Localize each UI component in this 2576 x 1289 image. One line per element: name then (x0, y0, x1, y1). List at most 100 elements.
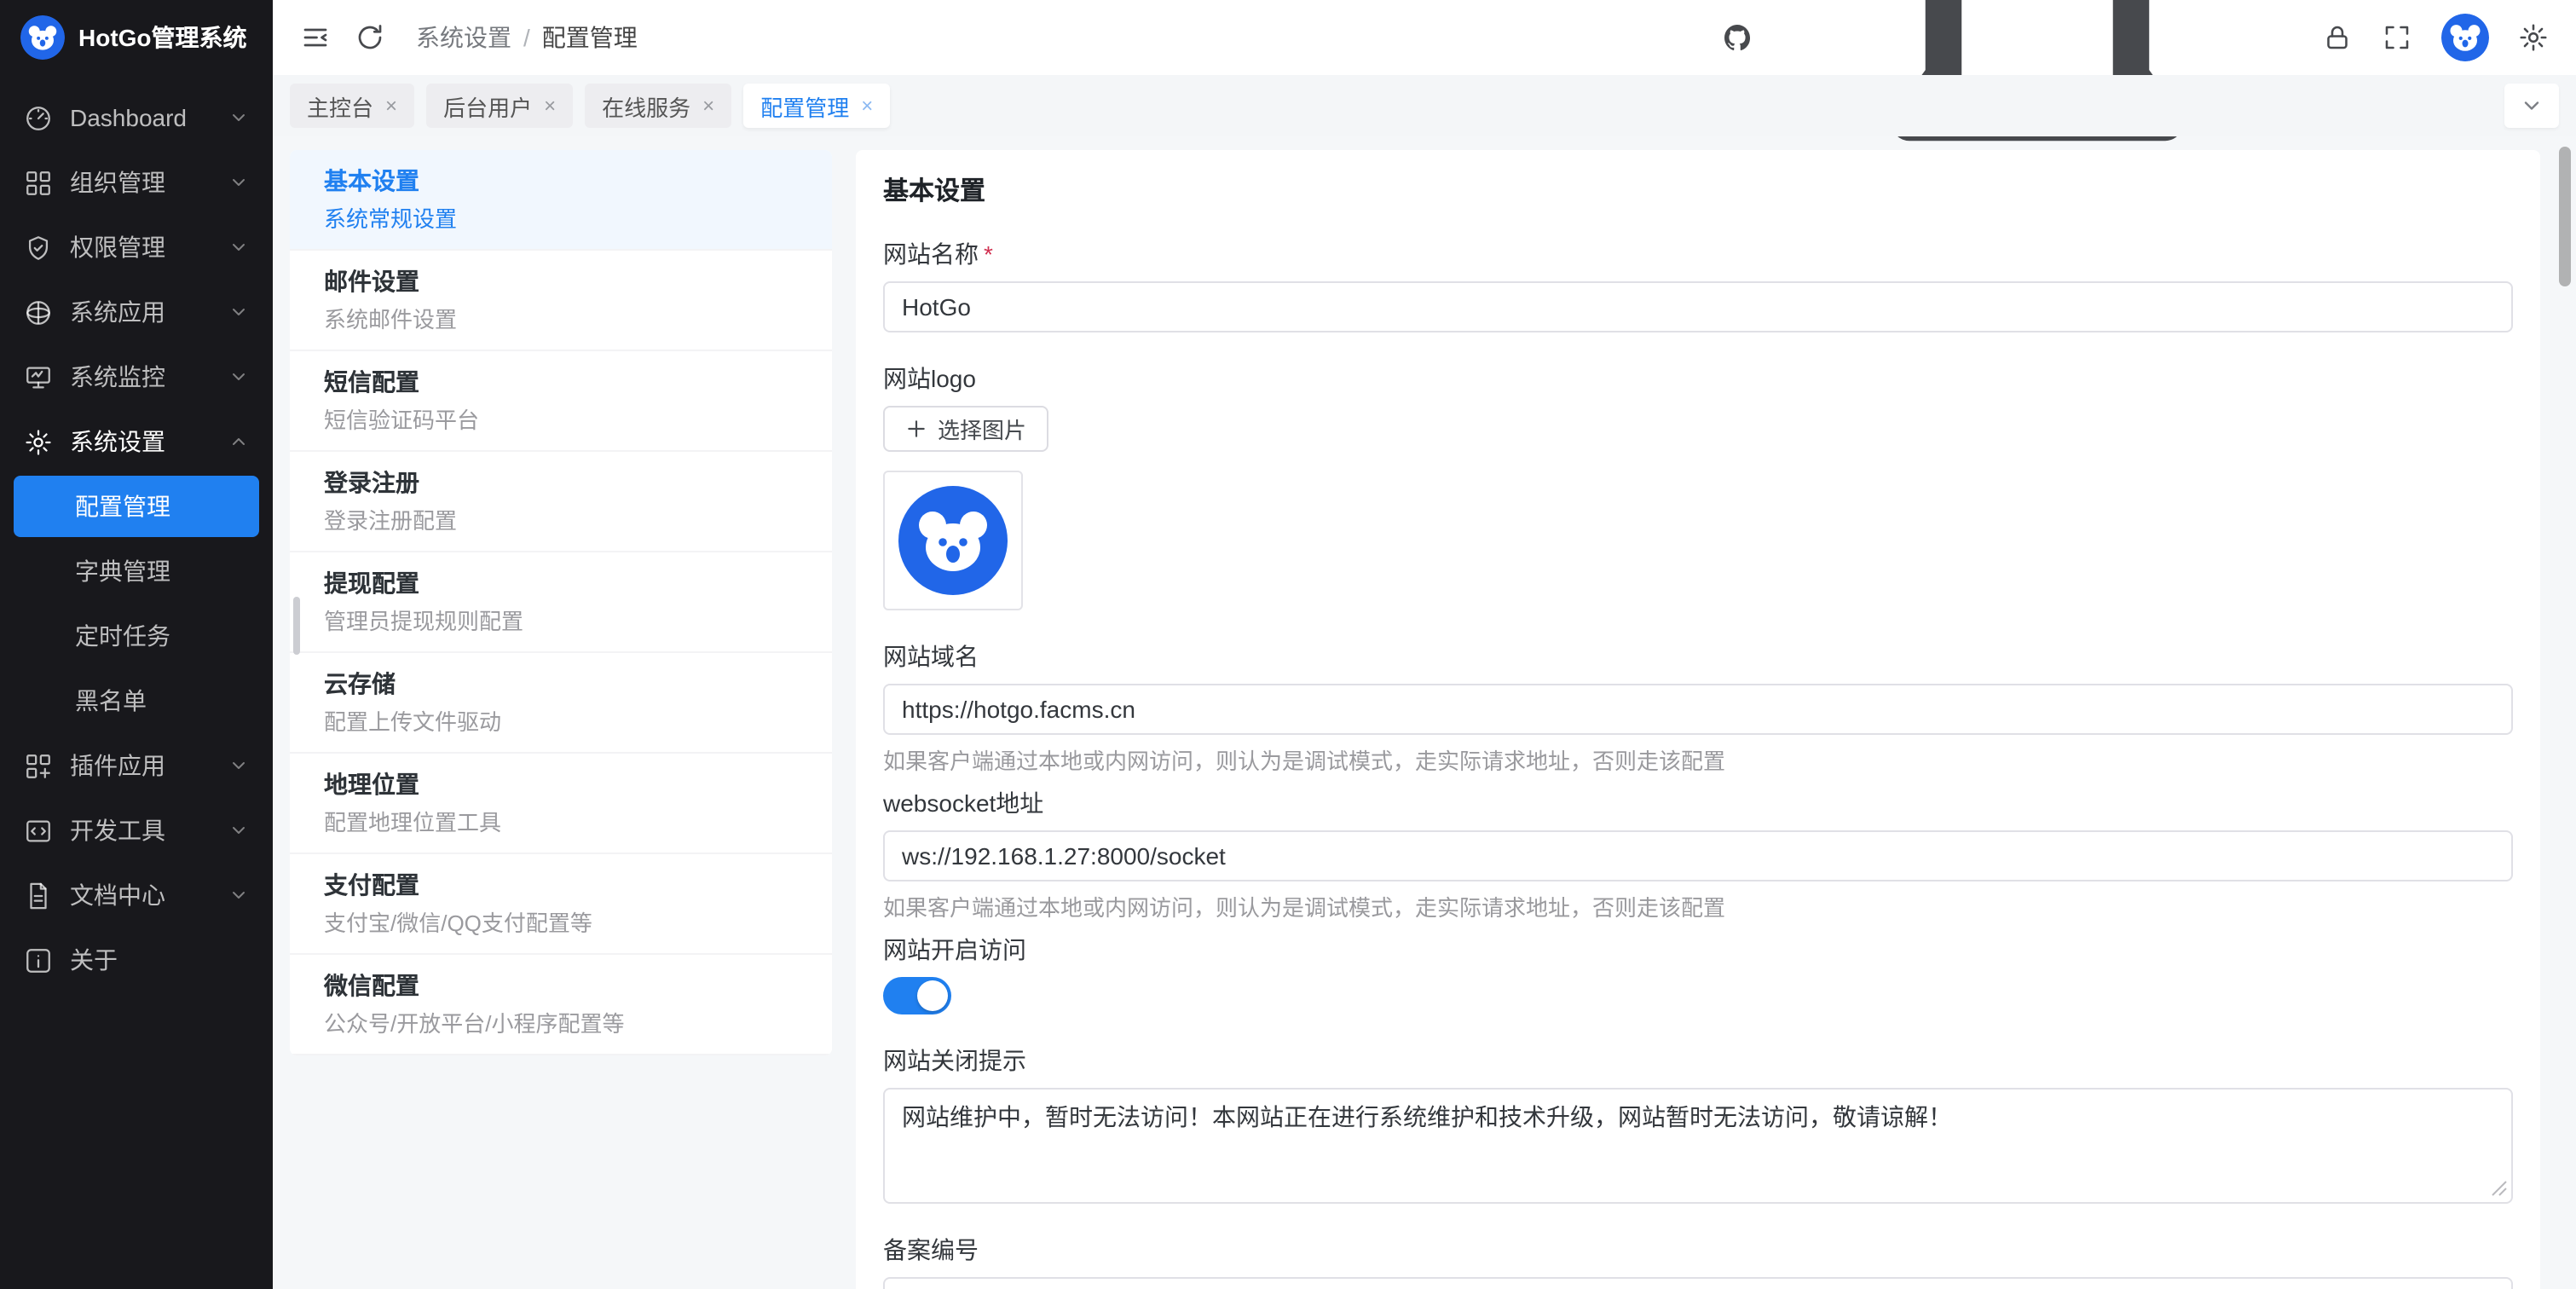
fullscreen-icon[interactable] (2382, 22, 2412, 53)
sidebar-item-permission[interactable]: 权限管理 (0, 215, 273, 280)
sidebar-item-label: 插件应用 (70, 749, 211, 783)
refresh-icon[interactable] (355, 22, 385, 53)
sidebar-item-docs[interactable]: 文档中心 (0, 863, 273, 928)
settings-item-subtitle: 支付宝/微信/QQ支付配置等 (324, 907, 798, 939)
app-title: HotGo管理系统 (78, 20, 247, 55)
page-scrollbar-thumb[interactable] (2559, 147, 2571, 286)
site-domain-help: 如果客户端通过本地或内网访问，则认为是调试模式，走实际请求地址，否则走该配置 (883, 743, 2513, 776)
sidebar-subitem-label: 黑名单 (75, 684, 147, 718)
close-icon[interactable]: × (544, 95, 556, 116)
sidebar-item-org[interactable]: 组织管理 (0, 150, 273, 215)
org-grid-icon (24, 168, 53, 197)
sidebar-item-about[interactable]: 关于 (0, 928, 273, 992)
sidebar-item-label: 系统应用 (70, 295, 211, 329)
close-icon[interactable]: × (861, 95, 873, 116)
sidebar-item-label: 开发工具 (70, 813, 211, 847)
close-tip-textarea[interactable]: 网站维护中，暂时无法访问！本网站正在进行系统维护和技术升级，网站暂时无法访问，敬… (883, 1088, 2513, 1204)
sidebar-subitem-blacklist[interactable]: 黑名单 (0, 668, 273, 733)
settings-item-title: 邮件设置 (324, 264, 798, 300)
settings-item-title: 地理位置 (324, 767, 798, 803)
site-name-label: 网站名称* (883, 237, 2513, 271)
gear-icon (24, 427, 53, 456)
app-root: HotGo管理系统 Dashboard 组织管理 权限管理 系统应用 (0, 0, 2576, 1289)
settings-menu-panel: 基本设置 系统常规设置 邮件设置 系统邮件设置 短信配置 短信验证码平台 登录注… (290, 150, 832, 1055)
settings-item-geo[interactable]: 地理位置 配置地理位置工具 (290, 754, 832, 854)
user-avatar[interactable] (2441, 14, 2489, 61)
settings-item-subtitle: 短信验证码平台 (324, 404, 798, 436)
settings-item-subtitle: 公众号/开放平台/小程序配置等 (324, 1008, 798, 1040)
settings-item-email[interactable]: 邮件设置 系统邮件设置 (290, 251, 832, 351)
collapse-sidebar-icon[interactable] (300, 22, 331, 53)
sidebar-item-plugins[interactable]: 插件应用 (0, 733, 273, 798)
sidebar-item-dashboard[interactable]: Dashboard (0, 85, 273, 150)
site-open-toggle[interactable] (883, 977, 951, 1014)
settings-item-title: 微信配置 (324, 968, 798, 1004)
sidebar: HotGo管理系统 Dashboard 组织管理 权限管理 系统应用 (0, 0, 273, 1289)
sidebar-subitem-cron[interactable]: 定时任务 (0, 604, 273, 668)
required-asterisk: * (984, 240, 993, 268)
site-domain-input[interactable] (883, 684, 2513, 735)
sidebar-subitem-label: 定时任务 (75, 619, 170, 653)
settings-item-login[interactable]: 登录注册 登录注册配置 (290, 452, 832, 552)
close-icon[interactable]: × (702, 95, 714, 116)
chevron-down-icon (228, 107, 249, 128)
github-icon[interactable] (1722, 22, 1753, 53)
plus-icon (905, 418, 927, 440)
sidebar-item-settings[interactable]: 系统设置 (0, 409, 273, 474)
breadcrumb-parent[interactable]: 系统设置 (416, 20, 511, 55)
site-logo-label: 网站logo (883, 361, 2513, 396)
sidebar-subitem-config[interactable]: 配置管理 (14, 476, 259, 537)
site-name-input[interactable] (883, 281, 2513, 332)
sidebar-item-label: 组织管理 (70, 165, 211, 199)
choose-image-button[interactable]: 选择图片 (883, 406, 1048, 452)
settings-item-subtitle: 配置上传文件驱动 (324, 706, 798, 738)
sidebar-item-label: 系统监控 (70, 360, 211, 394)
settings-item-withdraw[interactable]: 提现配置 管理员提现规则配置 (290, 552, 832, 653)
app-logo[interactable]: HotGo管理系统 (0, 0, 273, 75)
toggle-knob (917, 980, 948, 1011)
sidebar-item-apps[interactable]: 系统应用 (0, 280, 273, 344)
tab-config[interactable]: 配置管理 × (743, 84, 890, 128)
close-tip-label: 网站关闭提示 (883, 1043, 2513, 1078)
settings-item-wechat[interactable]: 微信配置 公众号/开放平台/小程序配置等 (290, 955, 832, 1055)
websocket-label: websocket地址 (883, 786, 2513, 820)
sidebar-subitem-dict[interactable]: 字典管理 (0, 539, 273, 604)
settings-item-pay[interactable]: 支付配置 支付宝/微信/QQ支付配置等 (290, 854, 832, 955)
chevron-down-icon (228, 237, 249, 257)
koala-logo-icon (20, 15, 65, 60)
settings-item-basic[interactable]: 基本设置 系统常规设置 (290, 150, 832, 251)
settings-item-title: 短信配置 (324, 365, 798, 401)
monitor-icon (24, 362, 53, 391)
sidebar-item-label: 系统设置 (70, 425, 211, 459)
settings-item-storage[interactable]: 云存储 配置上传文件驱动 (290, 653, 832, 754)
websocket-input[interactable] (883, 830, 2513, 881)
lock-icon[interactable] (2322, 22, 2353, 53)
site-open-label: 网站开启访问 (883, 933, 2513, 967)
websocket-help: 如果客户端通过本地或内网访问，则认为是调试模式，走实际请求地址，否则走该配置 (883, 890, 2513, 922)
sidebar-item-devtools[interactable]: 开发工具 (0, 798, 273, 863)
tab-label: 在线服务 (602, 90, 690, 122)
tab-online-service[interactable]: 在线服务 × (585, 84, 731, 128)
settings-item-title: 提现配置 (324, 566, 798, 602)
tab-admin-users[interactable]: 后台用户 × (426, 84, 573, 128)
settings-item-title: 支付配置 (324, 868, 798, 904)
icp-input[interactable] (883, 1277, 2513, 1289)
site-logo-preview[interactable] (883, 471, 1023, 610)
sidebar-item-monitor[interactable]: 系统监控 (0, 344, 273, 409)
settings-item-subtitle: 配置地理位置工具 (324, 806, 798, 839)
form-title: 基本设置 (883, 172, 2513, 208)
tab-options-dropdown[interactable] (2504, 84, 2559, 128)
settings-gear-icon[interactable] (2518, 22, 2549, 53)
settings-scrollbar-thumb[interactable] (293, 597, 300, 655)
tab-console[interactable]: 主控台 × (290, 84, 414, 128)
settings-item-title: 登录注册 (324, 465, 798, 501)
code-icon (24, 816, 53, 845)
sidebar-menu: Dashboard 组织管理 权限管理 系统应用 系统监控 (0, 75, 273, 1289)
koala-logo-icon (898, 486, 1008, 595)
sidebar-subitem-label: 配置管理 (75, 489, 170, 523)
chevron-up-icon (228, 431, 249, 452)
settings-item-sms[interactable]: 短信配置 短信验证码平台 (290, 351, 832, 452)
chevron-down-icon (228, 172, 249, 193)
site-domain-label: 网站域名 (883, 639, 2513, 673)
close-icon[interactable]: × (385, 95, 397, 116)
